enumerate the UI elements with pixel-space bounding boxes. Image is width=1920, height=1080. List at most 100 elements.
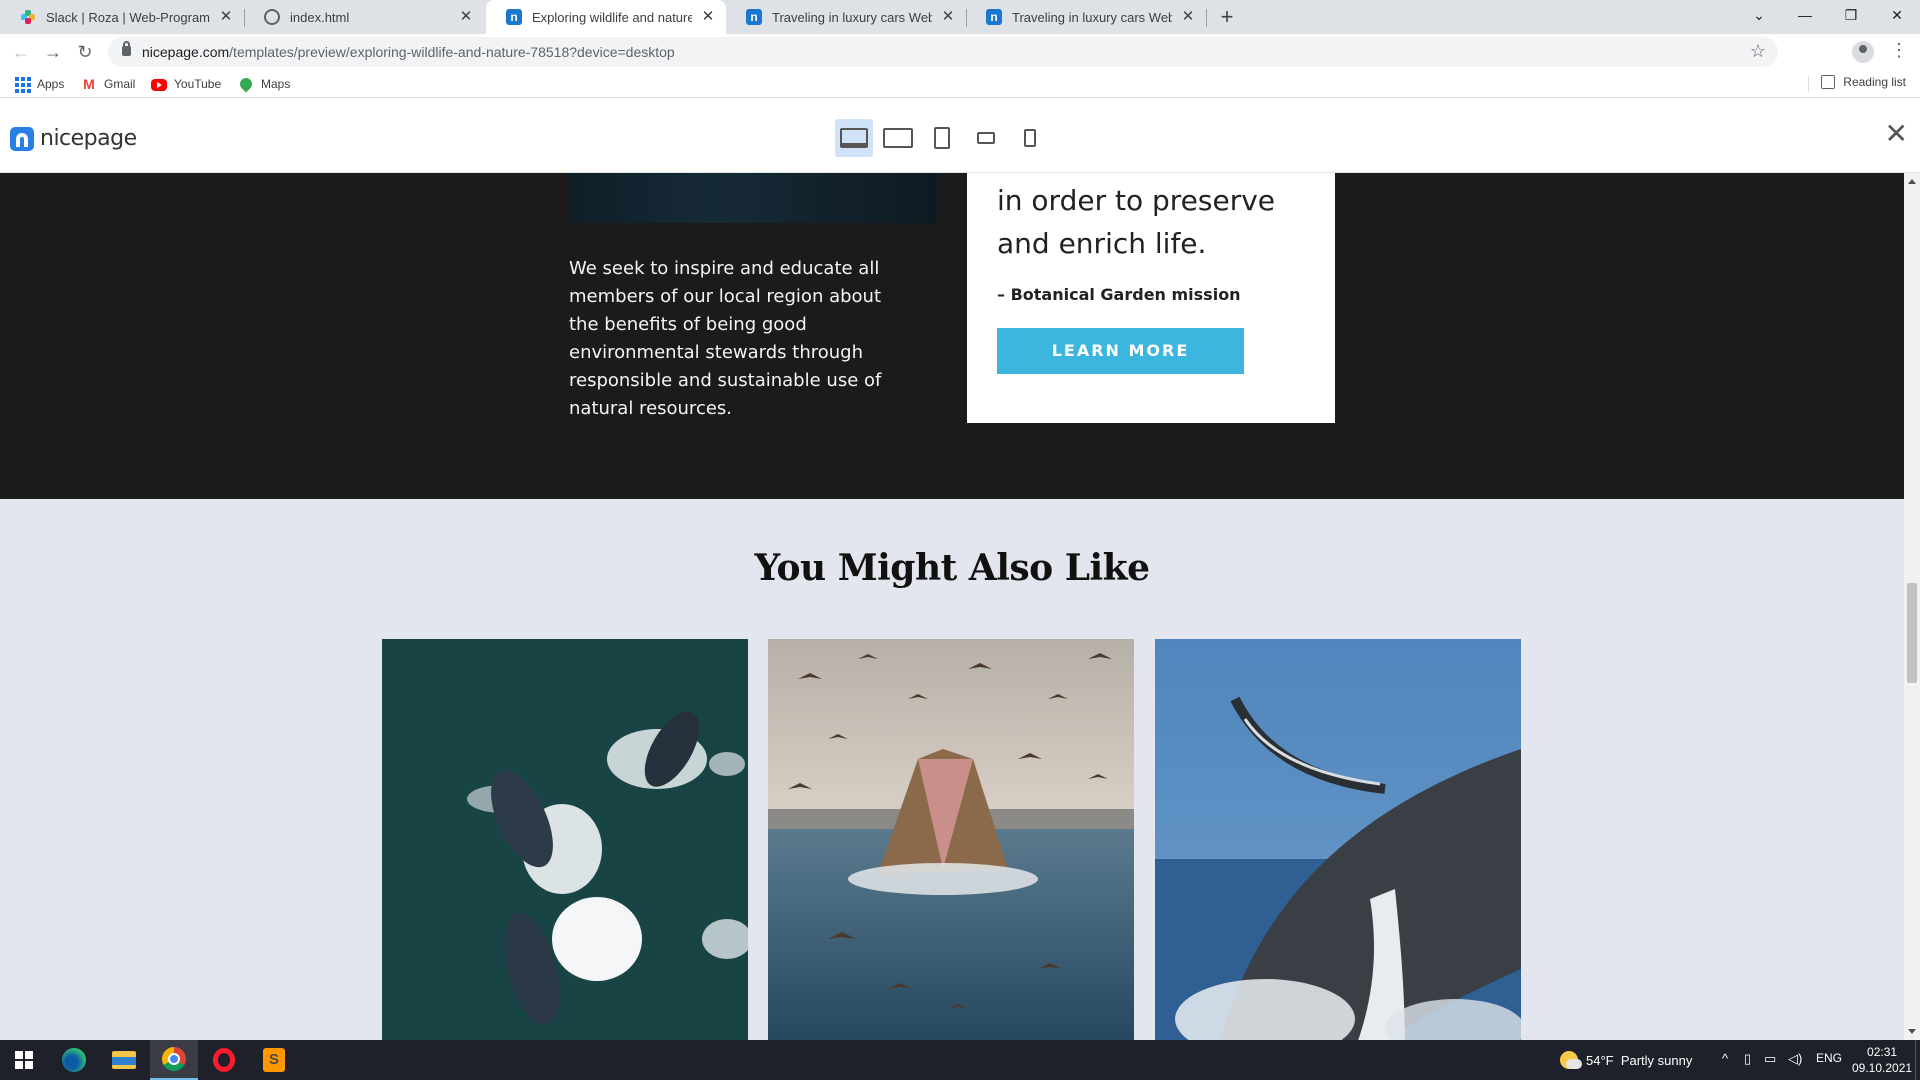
reading-list-icon — [1821, 75, 1836, 89]
desktop-view-button[interactable] — [835, 119, 873, 157]
close-tab-icon[interactable]: ✕ — [458, 9, 474, 25]
apps-icon — [14, 76, 31, 93]
close-window-button[interactable]: ✕ — [1874, 0, 1920, 30]
tab-search-icon[interactable]: ⌄ — [1736, 0, 1782, 30]
scroll-thumb[interactable] — [1907, 583, 1917, 683]
close-preview-icon[interactable]: ✕ — [1885, 119, 1908, 149]
bookmarks-bar: Apps M Gmail YouTube Maps Reading list — [0, 70, 1920, 98]
weather-widget[interactable]: 54°F Partly sunny — [1560, 1051, 1692, 1069]
close-tab-icon[interactable]: ✕ — [1180, 9, 1196, 25]
tab-traveling-luxury-cars[interactable]: n Traveling in luxury cars Web Page ✕ — [726, 0, 966, 34]
minimize-button[interactable]: — — [1782, 0, 1828, 30]
reload-icon[interactable]: ↻ — [71, 38, 99, 66]
windows-icon — [15, 1051, 33, 1069]
article-card-whales-aerial[interactable] — [382, 639, 748, 1040]
opera-icon — [213, 1048, 235, 1072]
article-card-whale-breaching[interactable] — [1155, 639, 1521, 1040]
bookmark-youtube[interactable]: YouTube — [151, 75, 221, 93]
bookmark-gmail[interactable]: M Gmail — [81, 75, 135, 93]
tab-slack[interactable]: Slack | Roza | Web-Programming ✕ — [0, 0, 244, 34]
bookmark-label: Apps — [37, 77, 65, 91]
clock-time: 02:31 — [1867, 1045, 1898, 1059]
lock-icon[interactable] — [122, 41, 131, 56]
tab-title: index.html — [290, 9, 350, 25]
whales-aerial-image — [382, 639, 748, 1040]
taskbar-file-explorer[interactable] — [100, 1040, 148, 1080]
mission-quote: in order to preserve and enrich life. — [997, 184, 1276, 260]
phone-portrait-view-button[interactable] — [1011, 119, 1049, 157]
tab-traveling-luxury-cars-2[interactable]: n Traveling in luxury cars Web Page ✕ — [966, 0, 1206, 34]
nicepage-logo-icon — [10, 126, 34, 151]
url-text[interactable]: nicepage.com/templates/preview/exploring… — [142, 44, 675, 60]
start-button[interactable] — [0, 1040, 48, 1080]
tab-title: Slack | Roza | Web-Programming — [46, 9, 210, 25]
restore-button[interactable]: ❐ — [1828, 0, 1874, 30]
page-scrollbar[interactable] — [1904, 173, 1920, 1040]
whale-breaching-image — [1155, 639, 1521, 1040]
scroll-up-arrow-icon[interactable] — [1908, 179, 1916, 184]
new-tab-button[interactable]: + — [1214, 4, 1240, 30]
scroll-down-arrow-icon[interactable] — [1908, 1029, 1916, 1034]
partly-sunny-icon — [1560, 1051, 1582, 1069]
mission-image — [569, 173, 937, 223]
tab-index[interactable]: index.html ✕ — [244, 0, 484, 34]
bookmark-star-icon[interactable]: ☆ — [1750, 41, 1766, 62]
taskbar-edge[interactable] — [50, 1040, 98, 1080]
whale-feeding-image — [768, 639, 1134, 1040]
volume-icon[interactable]: ◁) — [1788, 1051, 1802, 1067]
laptop-icon — [883, 128, 913, 148]
nicepage-icon: n — [746, 9, 762, 25]
mission-text: We seek to inspire and educate all membe… — [569, 258, 882, 419]
browser-toolbar: ← → ↻ nicepage.com/templates/preview/exp… — [0, 34, 1920, 70]
logo-text: nicepage — [40, 126, 137, 151]
close-tab-icon[interactable]: ✕ — [700, 9, 716, 25]
battery-icon[interactable]: ▯ — [1744, 1051, 1751, 1067]
show-desktop-button[interactable] — [1915, 1040, 1920, 1080]
tab-strip: Slack | Roza | Web-Programming ✕ index.h… — [0, 0, 1920, 34]
phone-landscape-view-button[interactable] — [967, 119, 1005, 157]
phone-portrait-icon — [1024, 129, 1036, 147]
slack-icon — [20, 9, 36, 25]
clock[interactable]: 02:31 09.10.2021 — [1852, 1044, 1912, 1076]
tray-overflow-icon[interactable]: ^ — [1722, 1051, 1728, 1066]
preview-header: nicepage ✕ — [0, 99, 1920, 173]
profile-avatar-icon[interactable] — [1852, 41, 1874, 63]
language-indicator[interactable]: ENG — [1816, 1051, 1842, 1065]
bookmark-label: Gmail — [104, 77, 136, 91]
taskbar-opera[interactable] — [200, 1040, 248, 1080]
reading-list-button[interactable]: Reading list — [1821, 75, 1906, 89]
bookmark-apps[interactable]: Apps — [14, 75, 64, 93]
tablet-view-button[interactable] — [923, 119, 961, 157]
forward-icon[interactable]: → — [39, 38, 67, 66]
url-host: nicepage.com — [142, 44, 230, 60]
browser-menu-icon[interactable]: ⋮ — [1890, 40, 1908, 61]
taskbar-chrome[interactable] — [150, 1040, 198, 1080]
bookmark-maps[interactable]: Maps — [237, 75, 291, 93]
network-icon[interactable]: ▭ — [1764, 1051, 1776, 1067]
tab-separator — [1206, 9, 1207, 27]
quote-card: in order to preserve and enrich life. – … — [967, 173, 1335, 423]
chrome-icon — [162, 1047, 186, 1071]
also-like-section: You Might Also Like — [0, 499, 1904, 1040]
close-tab-icon[interactable]: ✕ — [218, 9, 234, 25]
clock-date: 09.10.2021 — [1852, 1061, 1913, 1075]
phone-landscape-icon — [977, 132, 995, 144]
edge-icon — [62, 1048, 86, 1072]
bookmark-label: Maps — [261, 77, 291, 91]
tab-title: Traveling in luxury cars Web Page — [772, 9, 932, 25]
section-title: You Might Also Like — [754, 547, 1150, 589]
taskbar-sublime[interactable] — [250, 1040, 298, 1080]
folder-icon — [112, 1051, 136, 1069]
article-card-whale-feeding[interactable] — [768, 639, 1134, 1040]
back-icon[interactable]: ← — [7, 38, 35, 66]
maps-icon — [237, 75, 255, 93]
learn-more-button[interactable]: LEARN MORE — [997, 328, 1244, 374]
reading-list-label: Reading list — [1843, 75, 1906, 89]
mission-section: We seek to inspire and educate all membe… — [0, 173, 1904, 499]
tablet-icon — [934, 127, 950, 149]
address-bar[interactable]: nicepage.com/templates/preview/exploring… — [108, 37, 1778, 67]
tab-exploring-wildlife[interactable]: n Exploring wildlife and nature Tem ✕ — [486, 0, 726, 34]
close-tab-icon[interactable]: ✕ — [940, 9, 956, 25]
nicepage-logo[interactable]: nicepage — [10, 126, 137, 151]
laptop-view-button[interactable] — [879, 119, 917, 157]
